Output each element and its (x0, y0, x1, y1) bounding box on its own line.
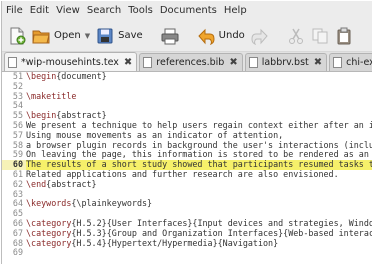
latex-argument: {H.5.2} (71, 217, 107, 228)
undo-label: Undo (218, 30, 245, 41)
menu-documents[interactable]: Documents (160, 5, 217, 16)
latex-command: \category (26, 237, 72, 248)
tab-label: references.bib (156, 57, 225, 68)
line-content: {Hypertext/Hypermedia}{Navigation} (106, 237, 279, 248)
line-text: \begin{document} (26, 71, 107, 82)
latex-command: \begin (26, 71, 57, 81)
latex-argument: {abstract} (46, 178, 97, 189)
line-content: Using mouse movements as an indicator of… (26, 129, 284, 140)
toolbar: Open ▼ Save Undo (2, 20, 372, 52)
paste-button[interactable] (335, 27, 353, 45)
line-content: Related applications and further researc… (26, 168, 339, 179)
menu-search[interactable]: Search (87, 5, 121, 16)
folder-open-icon (32, 30, 50, 43)
tab-wip-mousehints[interactable]: *wip-mousehints.tex ✖ (4, 52, 138, 71)
tab-label: labbrv.bst (261, 57, 309, 68)
line-content: On leaving the page, this information is… (26, 149, 372, 160)
open-label: Open (54, 30, 81, 41)
line-number: 69 (12, 247, 23, 258)
line-content: The results of a short study showed that… (26, 159, 372, 170)
close-icon[interactable]: ✖ (314, 57, 322, 68)
line-content: a browser plugin records in background t… (26, 139, 372, 150)
latex-command: \begin (26, 110, 57, 121)
editor-line[interactable]: 68 \category{H.5.4}{Hypertext/Hypermedia}… (2, 237, 372, 249)
new-button[interactable] (8, 27, 26, 45)
chevron-down-icon[interactable]: ▼ (85, 32, 90, 40)
tab-label: *wip-mousehints.tex (21, 56, 119, 68)
latex-command: \end (26, 178, 47, 189)
editor-window: File Edit View Search Tools Documents He… (1, 1, 372, 264)
copy-icon (312, 28, 328, 43)
latex-command: \category (26, 227, 72, 238)
tab-labbrv[interactable]: labbrv.bst ✖ (244, 53, 328, 71)
open-button[interactable]: Open ▼ (32, 27, 90, 45)
tab-references[interactable]: references.bib ✖ (139, 53, 243, 71)
menu-tools[interactable]: Tools (128, 5, 153, 16)
editor-line[interactable]: 69 (2, 248, 372, 258)
document-icon (8, 56, 17, 68)
document-icon (333, 57, 343, 68)
save-label: Save (118, 30, 143, 41)
latex-argument: {H.5.4} (71, 237, 107, 248)
printer-icon (161, 28, 179, 44)
editor-line[interactable]: 51 \begin{document} (2, 71, 372, 82)
latex-argument: {document} (56, 71, 107, 81)
print-button[interactable] (161, 27, 179, 45)
line-text: \end{abstract} (26, 178, 97, 190)
save-icon (97, 28, 113, 43)
text-editor[interactable]: 51 \begin{document} 52 53 \maketitle 54 55 \beg… (2, 71, 372, 264)
document-icon (248, 57, 258, 68)
tab-label: chi-ext.cls (346, 57, 372, 68)
line-text: \keywords{\plainkeywords} (26, 198, 153, 209)
line-content: {Group and Organization Interfaces}{Web-… (106, 227, 372, 238)
cut-button[interactable] (287, 27, 305, 45)
paste-icon (337, 27, 351, 44)
editor-line[interactable]: 53 \maketitle (2, 90, 372, 102)
menu-bar: File Edit View Search Tools Documents He… (2, 1, 372, 20)
menu-file[interactable]: File (6, 5, 23, 16)
editor-line[interactable]: 64 \keywords{\plainkeywords} (2, 198, 372, 209)
latex-command: \category (26, 217, 72, 228)
close-icon[interactable]: ✖ (229, 57, 237, 68)
redo-button[interactable] (251, 27, 269, 45)
save-button[interactable]: Save (96, 27, 143, 45)
new-document-icon (10, 27, 26, 44)
close-icon[interactable]: ✖ (124, 57, 132, 68)
menu-help[interactable]: Help (224, 5, 247, 16)
redo-icon (251, 28, 268, 45)
copy-button[interactable] (311, 27, 329, 45)
line-text: \maketitle (26, 90, 77, 102)
tab-chi-ext[interactable]: chi-ext.cls ✖ (329, 53, 372, 71)
latex-argument: {H.5.3} (71, 227, 107, 238)
latex-command: \keywords (26, 198, 72, 209)
latex-argument: {\plainkeywords} (71, 198, 153, 209)
document-tabs: *wip-mousehints.tex ✖ references.bib ✖ l… (2, 52, 372, 72)
line-content: We present a technique to help users reg… (26, 119, 372, 130)
latex-argument: {abstract} (56, 110, 107, 121)
undo-icon (197, 28, 215, 45)
menu-edit[interactable]: Edit (30, 5, 49, 16)
editor-line[interactable]: 62 \end{abstract} (2, 178, 372, 190)
line-text: \category{H.5.4}{Hypertext/Hypermedia}{N… (26, 237, 279, 249)
menu-view[interactable]: View (56, 5, 80, 16)
document-icon (143, 57, 153, 68)
undo-button[interactable]: Undo (197, 27, 245, 45)
cut-icon (288, 28, 303, 44)
latex-command: \maketitle (26, 90, 77, 101)
line-content: {User Interfaces}{Input devices and stra… (106, 217, 372, 228)
